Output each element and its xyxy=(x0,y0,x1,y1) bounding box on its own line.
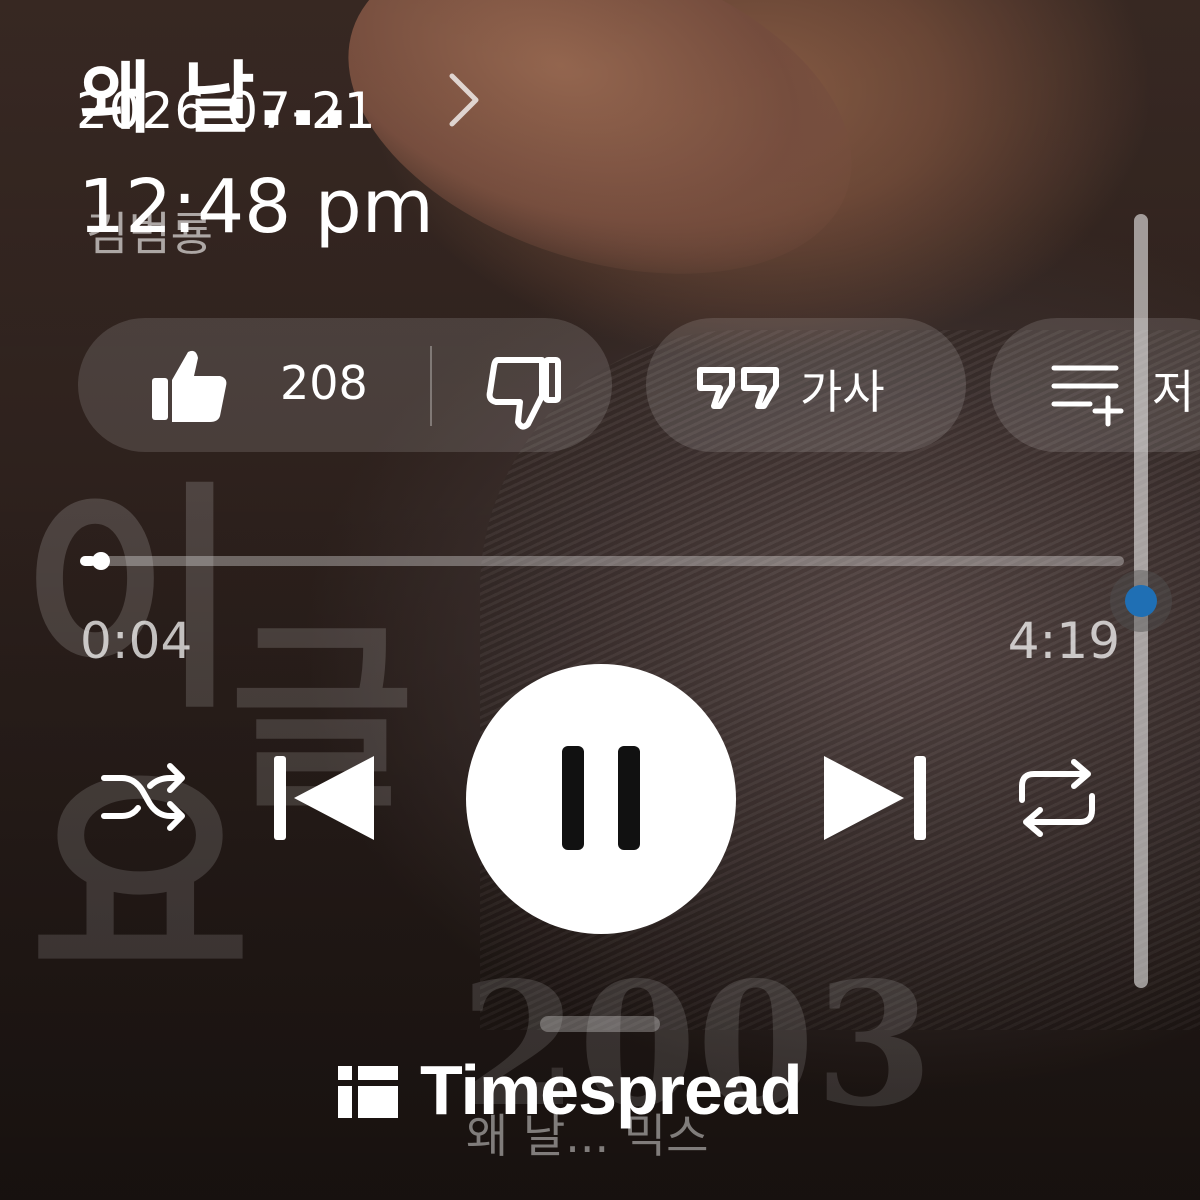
chevron-right-icon[interactable] xyxy=(442,62,502,132)
pause-icon xyxy=(618,746,640,850)
queue-add-icon xyxy=(1051,365,1124,427)
pause-button[interactable] xyxy=(466,664,736,934)
pause-icon xyxy=(562,746,584,850)
date-stamp: 2026-07-21 xyxy=(76,82,377,140)
bottom-sheet-handle[interactable] xyxy=(540,1016,660,1032)
save-label: 저 xyxy=(1152,365,1195,419)
thumbs-up-icon[interactable] xyxy=(148,346,230,424)
next-icon[interactable] xyxy=(820,752,932,844)
elapsed-time: 0:04 xyxy=(80,612,193,670)
time-stamp: 12:48 pm xyxy=(78,164,434,250)
progress-bar[interactable] xyxy=(80,552,1124,570)
progress-knob[interactable] xyxy=(91,552,110,570)
total-time: 4:19 xyxy=(1007,612,1120,670)
repeat-icon[interactable] xyxy=(1012,756,1102,840)
pill-divider xyxy=(430,346,432,426)
scroll-thumb[interactable] xyxy=(1110,570,1172,632)
watermark-text: Timespread xyxy=(420,1051,803,1129)
lyrics-label: 가사 xyxy=(800,365,885,419)
like-count: 208 xyxy=(280,356,368,410)
previous-icon[interactable] xyxy=(270,752,382,844)
shuffle-icon[interactable] xyxy=(100,758,186,838)
quote-icon xyxy=(697,367,779,409)
thumbs-down-icon[interactable] xyxy=(484,352,564,432)
scroll-thumb-dot xyxy=(1125,585,1157,617)
timespread-logo-icon xyxy=(338,1066,398,1118)
